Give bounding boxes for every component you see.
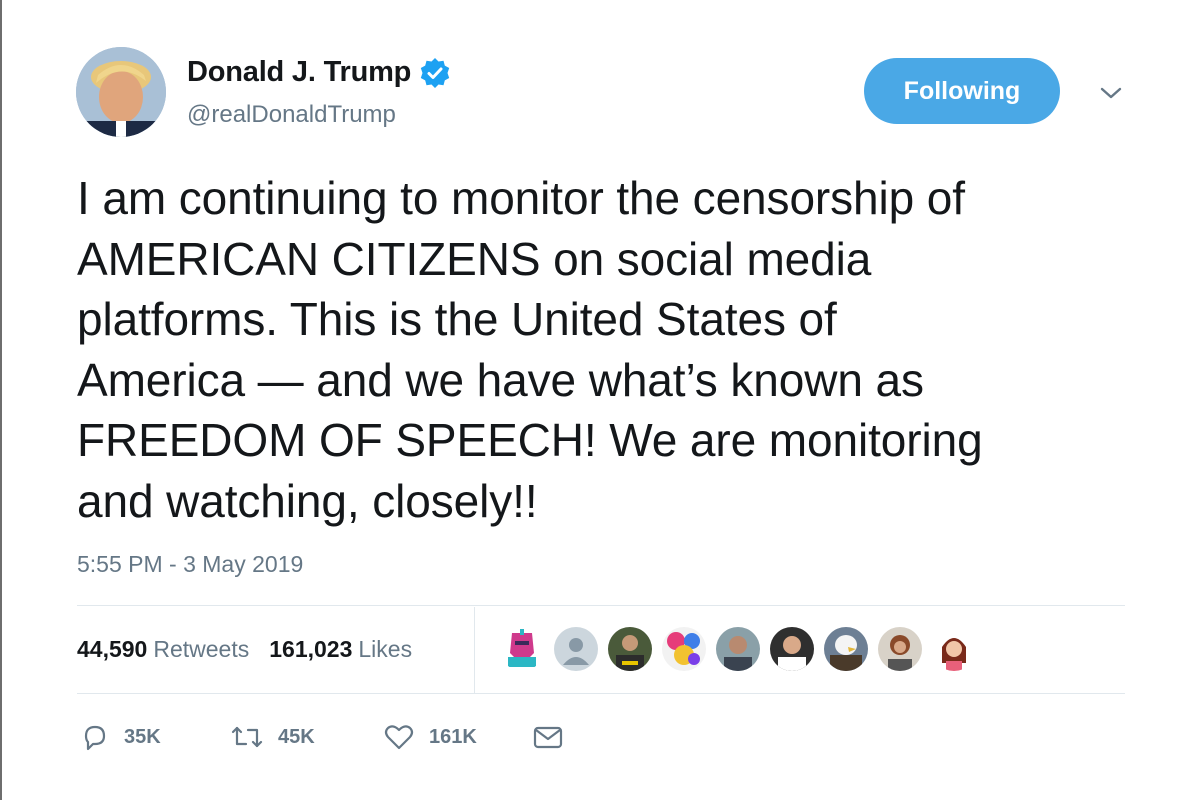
default-user-avatar[interactable] xyxy=(554,627,598,671)
photo-avatar[interactable] xyxy=(878,627,922,671)
tweet-timestamp[interactable]: 5:55 PM - 3 May 2019 xyxy=(77,551,303,578)
retweets-label: Retweets xyxy=(153,636,250,662)
liker-avatars xyxy=(500,627,986,671)
likes-label: Likes xyxy=(358,636,413,662)
retweet-icon xyxy=(231,726,263,748)
following-button[interactable]: Following xyxy=(864,58,1060,124)
heart-icon xyxy=(384,725,414,750)
knight-avatar[interactable] xyxy=(500,627,544,671)
author-avatar[interactable] xyxy=(76,47,166,137)
author-handle[interactable]: @realDonaldTrump xyxy=(187,101,396,129)
reply-count: 35K xyxy=(124,725,161,748)
colorful-avatar[interactable] xyxy=(662,627,706,671)
photo-avatar[interactable] xyxy=(716,627,760,671)
like-count: 161K xyxy=(429,725,477,748)
divider-top xyxy=(77,605,1125,606)
photo-avatar[interactable] xyxy=(608,627,652,671)
retweet-button[interactable]: 45K xyxy=(230,722,315,752)
tweet-text: I am continuing to monitor the censorshi… xyxy=(77,172,983,527)
like-button[interactable]: 161K xyxy=(383,722,477,752)
verified-badge-icon xyxy=(419,57,451,89)
tweet-stats: 44,590 Retweets 161,023 Likes xyxy=(77,636,412,663)
likes-count: 161,023 xyxy=(269,636,353,662)
eagle-avatar[interactable] xyxy=(824,627,868,671)
retweet-count: 45K xyxy=(278,725,315,748)
reply-icon xyxy=(84,725,106,751)
retweets-stat[interactable]: 44,590 Retweets xyxy=(77,636,249,663)
chevron-down-icon[interactable] xyxy=(1098,84,1124,102)
divider-bottom xyxy=(77,693,1125,694)
direct-message-button[interactable] xyxy=(532,722,564,752)
envelope-icon xyxy=(533,726,563,749)
stats-divider xyxy=(474,607,475,693)
tweet-card: Donald J. Trump @realDonaldTrump Followi… xyxy=(0,0,1200,800)
author-name[interactable]: Donald J. Trump xyxy=(187,56,411,89)
reply-button[interactable]: 35K xyxy=(80,722,161,752)
author-name-row: Donald J. Trump xyxy=(187,56,451,89)
photo-avatar[interactable] xyxy=(770,627,814,671)
cartoon-avatar[interactable] xyxy=(932,627,976,671)
retweets-count: 44,590 xyxy=(77,636,148,662)
likes-stat[interactable]: 161,023 Likes xyxy=(269,636,412,663)
